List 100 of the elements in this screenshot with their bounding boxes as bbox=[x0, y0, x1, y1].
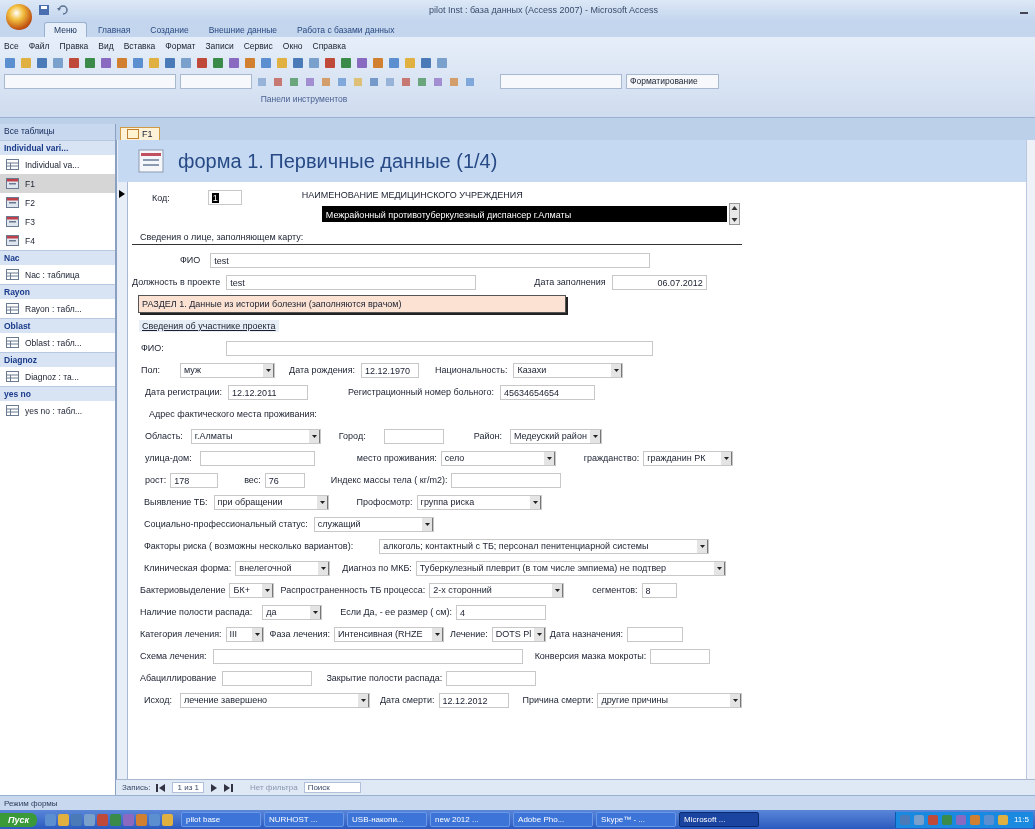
toolbar-icon[interactable] bbox=[256, 75, 268, 88]
dropdown-field[interactable]: группа риска bbox=[416, 494, 542, 510]
office-logo-icon[interactable] bbox=[6, 4, 32, 30]
list-box[interactable]: Межрайонный противотуберкулезный диспансер г.Алматы bbox=[321, 206, 727, 222]
taskbar-button[interactable]: Microsoft ... bbox=[679, 812, 760, 827]
undo-icon[interactable] bbox=[56, 4, 68, 16]
dropdown-field[interactable]: муж bbox=[180, 362, 276, 378]
toolbar-icon[interactable] bbox=[384, 75, 396, 88]
text-field[interactable]: test bbox=[226, 274, 477, 290]
start-button[interactable]: Пуск bbox=[0, 812, 38, 827]
dropdown-field[interactable]: БК+ bbox=[229, 582, 275, 598]
menu-item[interactable]: Формат bbox=[165, 40, 196, 51]
text-field[interactable]: test bbox=[210, 252, 651, 268]
toolbar-icon[interactable] bbox=[320, 75, 332, 88]
toolbar-icon[interactable] bbox=[68, 56, 80, 69]
toolbar-icon[interactable] bbox=[244, 56, 256, 69]
toolbar-icon[interactable] bbox=[52, 56, 64, 69]
nav-group-header[interactable]: Individual vari... bbox=[0, 140, 115, 155]
menu-item[interactable]: Вставка bbox=[123, 40, 156, 51]
text-field[interactable]: 178 bbox=[170, 472, 219, 488]
text-field[interactable] bbox=[446, 670, 537, 686]
text-field[interactable] bbox=[383, 428, 444, 444]
nav-item[interactable]: Nac : таблица bbox=[0, 265, 115, 284]
toolbar-icon[interactable] bbox=[432, 75, 444, 88]
toolbar-icon[interactable] bbox=[36, 56, 48, 69]
toolbar-icon[interactable] bbox=[308, 56, 320, 69]
text-field[interactable]: 12.12.2011 bbox=[228, 384, 309, 400]
menu-item[interactable]: Все bbox=[4, 40, 19, 51]
last-record-icon[interactable] bbox=[223, 783, 234, 792]
toolbar-icon[interactable] bbox=[20, 56, 32, 69]
record-selector[interactable] bbox=[117, 140, 128, 779]
toolbar-icon[interactable] bbox=[212, 56, 224, 69]
text-field[interactable]: 12.12.1970 bbox=[361, 362, 420, 378]
toolbar-icon[interactable] bbox=[196, 56, 208, 69]
taskbar-button[interactable]: Skype™ - ... bbox=[596, 812, 677, 827]
menu-item[interactable]: Записи bbox=[205, 40, 234, 51]
search-field[interactable]: Поиск bbox=[303, 782, 361, 793]
quick-launch-drawing[interactable] bbox=[44, 812, 175, 827]
ribbon-tab[interactable]: Главная bbox=[89, 23, 140, 37]
text-field[interactable]: 06.07.2012 bbox=[611, 274, 707, 290]
nav-item[interactable]: F2 bbox=[0, 193, 115, 212]
nav-item[interactable]: Diagnoz : та... bbox=[0, 367, 115, 386]
dropdown-field[interactable]: Интенсивная (RHZE bbox=[334, 626, 444, 642]
dropdown-field[interactable]: да bbox=[262, 604, 323, 620]
toolbar-icon[interactable] bbox=[340, 56, 352, 69]
toolbar-icon[interactable] bbox=[292, 56, 304, 69]
toolbar-icon[interactable] bbox=[368, 75, 380, 88]
taskbar-button[interactable]: Adobe Pho... bbox=[513, 812, 594, 827]
size-dropdown[interactable] bbox=[180, 74, 252, 89]
text-field[interactable] bbox=[451, 472, 562, 488]
nav-item[interactable]: Oblast : табл... bbox=[0, 333, 115, 352]
nav-item[interactable]: F1 bbox=[0, 174, 115, 193]
dropdown-field[interactable]: лечение завершено bbox=[179, 692, 370, 708]
dropdown-field[interactable]: другие причины bbox=[597, 692, 743, 708]
text-field[interactable] bbox=[222, 670, 313, 686]
nav-item[interactable]: F3 bbox=[0, 212, 115, 231]
toolbar-icon[interactable] bbox=[228, 56, 240, 69]
menu-item[interactable]: Вид bbox=[98, 40, 114, 51]
text-field[interactable]: 76 bbox=[264, 472, 305, 488]
menu-item[interactable]: Справка bbox=[312, 40, 346, 51]
scroll-arrows-icon[interactable] bbox=[728, 203, 740, 225]
text-field[interactable] bbox=[212, 648, 523, 664]
toolbar-icon[interactable] bbox=[404, 56, 416, 69]
toolbar-icon[interactable] bbox=[400, 75, 412, 88]
toolbar-icon[interactable] bbox=[372, 56, 384, 69]
nav-item[interactable]: F4 bbox=[0, 231, 115, 250]
taskbar-button[interactable]: USB-накопи... bbox=[347, 812, 428, 827]
nav-item[interactable]: Rayon : табл... bbox=[0, 299, 115, 318]
dropdown-field[interactable]: алкоголь; контактный с ТБ; персонал пенитенциарной системы bbox=[379, 538, 710, 554]
ribbon-tab[interactable]: Создание bbox=[141, 23, 198, 37]
dropdown-field[interactable]: село bbox=[440, 450, 556, 466]
taskbar-button[interactable]: NURHOST ... bbox=[264, 812, 345, 827]
dropdown-field[interactable]: Туберкулезный плеврит (в том числе эмпиема) не подтвер bbox=[415, 560, 726, 576]
taskbar-button[interactable]: new 2012 ... bbox=[430, 812, 511, 827]
nav-group-header[interactable]: Rayon bbox=[0, 284, 115, 299]
dropdown-field[interactable]: внелегочной bbox=[235, 560, 331, 576]
dropdown-field[interactable]: 2-х сторонний bbox=[429, 582, 565, 598]
nav-group-header[interactable]: yes no bbox=[0, 386, 115, 401]
text-field[interactable]: 45634654654 bbox=[499, 384, 595, 400]
text-field[interactable]: 8 bbox=[641, 582, 677, 598]
dropdown-field[interactable]: III bbox=[225, 626, 264, 642]
first-record-icon[interactable] bbox=[156, 783, 167, 792]
text-field[interactable] bbox=[225, 340, 653, 356]
toolbar-icon[interactable] bbox=[132, 56, 144, 69]
text-field[interactable]: 12.12.2012 bbox=[438, 692, 509, 708]
toolbar-icon[interactable] bbox=[84, 56, 96, 69]
toolbar-icon[interactable] bbox=[100, 56, 112, 69]
toolbar-icon[interactable] bbox=[420, 56, 432, 69]
dropdown-field[interactable]: при обращении bbox=[213, 494, 329, 510]
menu-item[interactable]: Окно bbox=[282, 40, 303, 51]
dropdown-field[interactable]: гражданин РК bbox=[643, 450, 734, 466]
ribbon-tab[interactable]: Работа с базами данных bbox=[288, 23, 404, 37]
dropdown-field[interactable]: DOTS Pl bbox=[491, 626, 546, 642]
taskbar-button[interactable]: pilot base bbox=[181, 812, 262, 827]
font-dropdown[interactable] bbox=[4, 74, 176, 89]
dropdown-field[interactable]: г.Алматы bbox=[190, 428, 321, 444]
toolbar-icon[interactable] bbox=[324, 56, 336, 69]
toolbar-icon[interactable] bbox=[276, 56, 288, 69]
toolbar-icon[interactable] bbox=[180, 56, 192, 69]
toolbar-icon[interactable] bbox=[164, 56, 176, 69]
